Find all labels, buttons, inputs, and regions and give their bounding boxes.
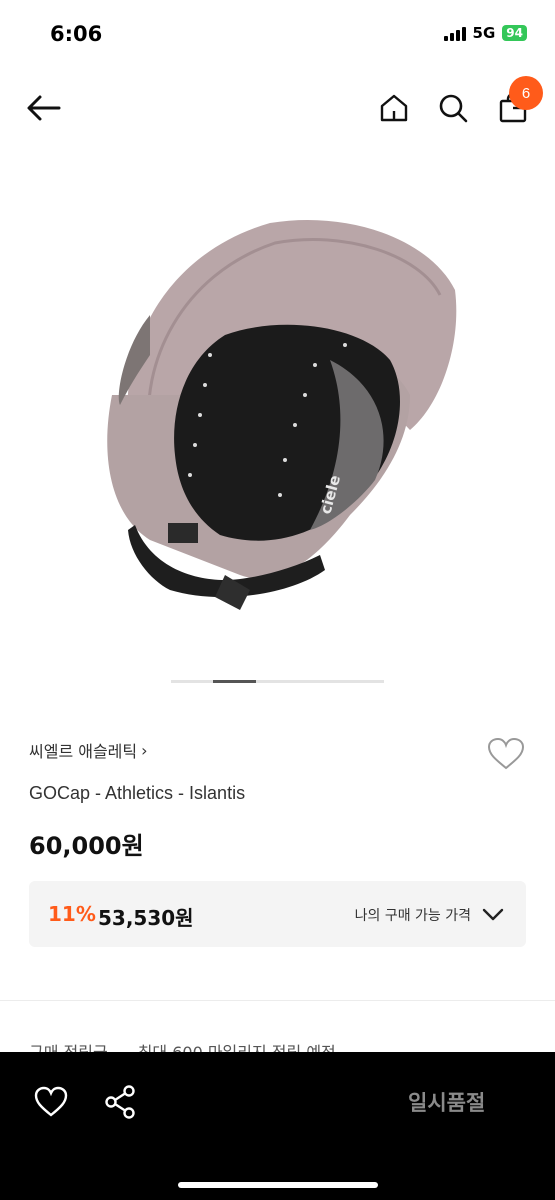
share-button[interactable] bbox=[102, 1084, 138, 1120]
search-icon bbox=[439, 94, 468, 123]
product-image[interactable]: ciele bbox=[90, 195, 470, 625]
cap-image: ciele bbox=[107, 219, 457, 610]
brand-name: 씨엘르 애슬레틱 bbox=[29, 742, 138, 761]
wishlist-button[interactable] bbox=[487, 737, 525, 773]
sold-out-button[interactable]: 일시품절 bbox=[408, 1087, 485, 1117]
chevron-right-icon: › bbox=[141, 740, 148, 760]
search-button[interactable] bbox=[433, 88, 473, 128]
home-indicator bbox=[178, 1182, 378, 1188]
network-type: 5G bbox=[472, 24, 496, 42]
back-button[interactable] bbox=[24, 88, 64, 128]
home-button[interactable] bbox=[374, 88, 414, 128]
status-indicators: 5G 94 bbox=[443, 24, 527, 42]
product-title: GOCap - Athletics - Islantis bbox=[29, 783, 246, 803]
back-arrow-icon bbox=[27, 95, 61, 121]
my-price-label: 나의 구매 가능 가격 bbox=[354, 908, 471, 924]
battery-indicator: 94 bbox=[502, 25, 527, 41]
discount-price: 53,530원 bbox=[98, 906, 194, 930]
product-price: 60,000원 bbox=[29, 832, 144, 860]
chevron-down-icon bbox=[482, 908, 504, 921]
status-bar: 6:06 5G 94 bbox=[0, 0, 555, 70]
signal-icon bbox=[443, 25, 466, 41]
section-divider bbox=[0, 1000, 555, 1001]
home-icon bbox=[380, 94, 408, 122]
share-icon bbox=[105, 1085, 135, 1119]
carousel-active-segment bbox=[213, 680, 256, 683]
bottom-action-bar: 일시품절 bbox=[0, 1052, 555, 1200]
heart-icon bbox=[487, 737, 525, 770]
cart-count-badge: 6 bbox=[509, 76, 543, 110]
status-time: 6:06 bbox=[50, 22, 103, 46]
top-nav bbox=[0, 80, 555, 140]
brand-link[interactable]: 씨엘르 애슬레틱 › bbox=[29, 738, 148, 762]
image-carousel-indicator[interactable] bbox=[171, 680, 384, 683]
my-price-box[interactable]: 11% 53,530원 나의 구매 가능 가격 bbox=[29, 881, 526, 947]
bottom-wishlist-button[interactable] bbox=[34, 1086, 68, 1118]
heart-icon bbox=[34, 1086, 68, 1117]
discount-rate: 11% bbox=[48, 902, 96, 926]
